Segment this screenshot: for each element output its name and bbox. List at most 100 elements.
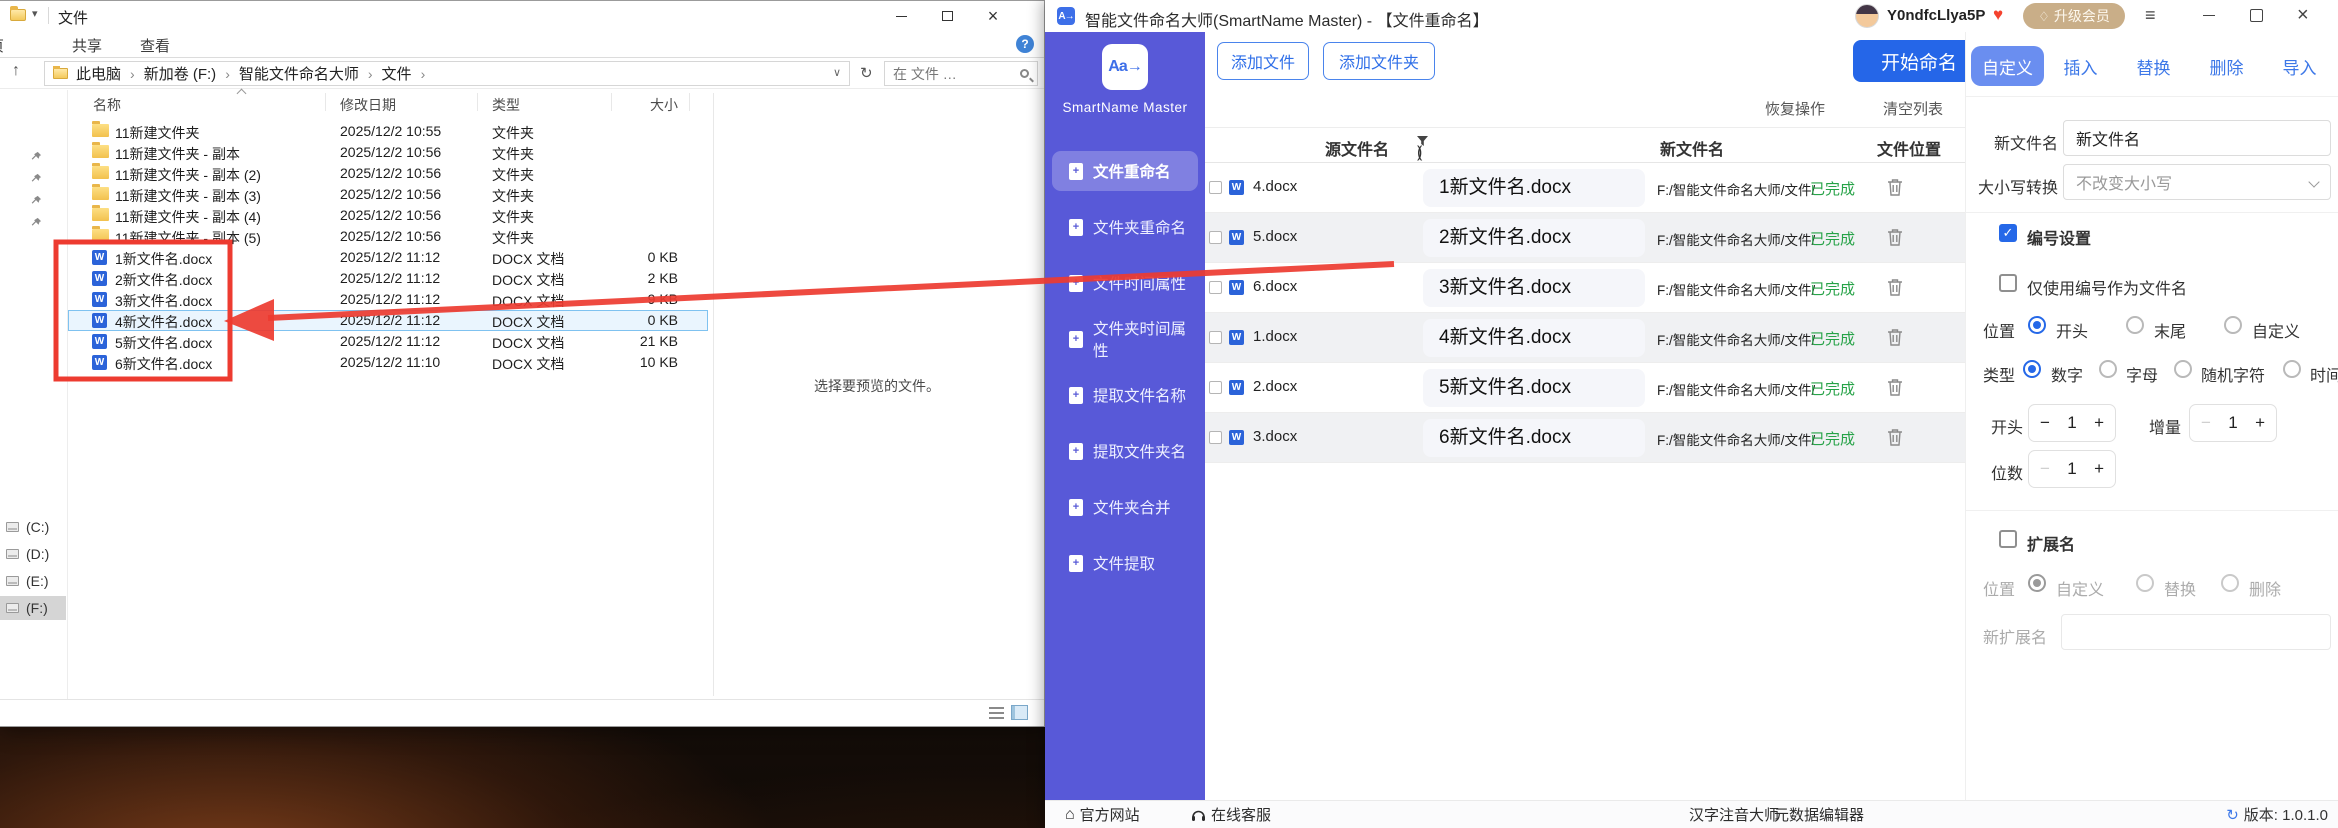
trash-icon[interactable] (1887, 428, 1903, 447)
nav-drive-f[interactable]: (F:) (0, 596, 66, 620)
numbering-checkbox[interactable] (1999, 224, 2017, 242)
row-checkbox[interactable] (1209, 281, 1222, 294)
radio-ext-replace[interactable] (2136, 574, 2154, 592)
close-button[interactable] (970, 1, 1016, 31)
new-filename-input[interactable] (2063, 120, 2331, 156)
radio-position-end[interactable] (2126, 316, 2144, 334)
tab-delete[interactable]: 删除 (2190, 46, 2263, 86)
breadcrumb-this-pc[interactable]: 此电脑 (76, 63, 144, 84)
up-arrow-icon[interactable] (12, 62, 20, 80)
tab-import[interactable]: 导入 (2263, 46, 2336, 86)
folder-row[interactable]: 11新建文件夹 - 副本 (3) 2025/12/2 10:56 文件夹 (68, 184, 708, 205)
radio-position-custom[interactable] (2224, 316, 2242, 334)
folder-row[interactable]: 11新建文件夹 - 副本 (5) 2025/12/2 10:56 文件夹 (68, 226, 708, 247)
address-bar[interactable]: 此电脑 新加卷 (F:) 智能文件命名大师 文件 (44, 61, 850, 86)
extension-checkbox[interactable] (1999, 530, 2017, 548)
avatar[interactable] (1855, 4, 1879, 28)
rename-row[interactable]: 4.docx 1新文件名.docx F:/智能文件命名大师/文件/1新 已完成 (1205, 163, 1965, 213)
trash-icon[interactable] (1887, 178, 1903, 197)
maximize-button[interactable] (924, 1, 970, 31)
radio-ext-delete[interactable] (2221, 574, 2239, 592)
nav-drive-e[interactable]: (E:) (0, 569, 66, 593)
sidebar-item-folder-rename[interactable]: 文件夹重命名 (1052, 207, 1198, 247)
docx-file-row-selected[interactable]: 4新文件名.docx2025/12/2 11:12DOCX 文档0 KB (68, 310, 708, 331)
address-dropdown-icon[interactable] (833, 66, 841, 79)
new-name-input[interactable]: 3新文件名.docx (1423, 269, 1645, 307)
radio-type-letter[interactable] (2099, 360, 2117, 378)
tab-replace[interactable]: 替换 (2117, 46, 2190, 86)
radio-type-random[interactable] (2174, 360, 2192, 378)
breadcrumb-files-folder[interactable]: 文件 (382, 63, 435, 84)
docx-file-row[interactable]: 2新文件名.docx2025/12/2 11:12DOCX 文档2 KB (68, 268, 708, 289)
row-checkbox[interactable] (1209, 231, 1222, 244)
ribbon-tab-share[interactable]: 共享 (72, 35, 102, 56)
clear-list-link[interactable]: 清空列表 (1883, 98, 1943, 119)
docx-file-row[interactable]: 3新文件名.docx2025/12/2 11:12DOCX 文档9 KB (68, 289, 708, 310)
new-name-input[interactable]: 2新文件名.docx (1423, 219, 1645, 257)
rename-row[interactable]: 5.docx 2新文件名.docx F:/智能文件命名大师/文件/2新 已完成 (1205, 213, 1965, 263)
official-website-link[interactable]: 官方网站 (1065, 801, 1140, 828)
metadata-editor-link[interactable]: 元数据编辑器 (1774, 801, 1864, 828)
minimize-button[interactable] (878, 1, 924, 31)
docx-file-row[interactable]: 1新文件名.docx2025/12/2 11:12DOCX 文档0 KB (68, 247, 708, 268)
radio-position-start[interactable] (2028, 316, 2046, 334)
folder-row[interactable]: 11新建文件夹 - 副本 (2) 2025/12/2 10:56 文件夹 (68, 163, 708, 184)
username[interactable]: Y0ndfcLlya5P (1887, 7, 1985, 24)
minus-button[interactable] (2040, 413, 2050, 433)
only-number-checkbox[interactable] (1999, 274, 2017, 292)
online-support-link[interactable]: 在线客服 (1191, 801, 1271, 828)
pinyin-master-link[interactable]: 汉字注音大师 (1689, 801, 1779, 828)
rename-row[interactable]: 6.docx 3新文件名.docx F:/智能文件命名大师/文件/3新 已完成 (1205, 263, 1965, 313)
row-checkbox[interactable] (1209, 331, 1222, 344)
sidebar-item-extract-filename[interactable]: 提取文件名称 (1052, 375, 1198, 415)
increment-stepper[interactable]: 1 (2189, 404, 2277, 442)
app-minimize-button[interactable] (2203, 15, 2215, 16)
add-file-button[interactable]: 添加文件 (1217, 42, 1309, 80)
rename-row[interactable]: 2.docx 5新文件名.docx F:/智能文件命名大师/文件/5新 已完成 (1205, 363, 1965, 413)
trash-icon[interactable] (1887, 328, 1903, 347)
minus-button[interactable] (2040, 459, 2050, 479)
column-type[interactable]: 类型 (492, 95, 520, 115)
search-box[interactable]: 在 文件 … (884, 61, 1038, 86)
digits-stepper[interactable]: 1 (2028, 450, 2116, 488)
upgrade-member-button[interactable]: 升级会员 (2023, 3, 2125, 29)
add-folder-button[interactable]: 添加文件夹 (1323, 42, 1435, 80)
docx-file-row[interactable]: 6新文件名.docx2025/12/2 11:10DOCX 文档10 KB (68, 352, 708, 373)
update-icon[interactable] (2226, 806, 2239, 824)
header-source-name[interactable]: 源文件名 (1325, 136, 1389, 160)
breadcrumb-drive-f[interactable]: 新加卷 (F:) (144, 63, 239, 84)
sidebar-item-file-time[interactable]: 文件时间属性 (1052, 263, 1198, 303)
breadcrumb-smartname-folder[interactable]: 智能文件命名大师 (239, 63, 382, 84)
large-icons-view-icon[interactable] (1011, 705, 1028, 720)
folder-row[interactable]: 11新建文件夹 2025/12/2 10:55 文件夹 (68, 121, 708, 142)
radio-type-time[interactable] (2283, 360, 2301, 378)
tab-insert[interactable]: 插入 (2044, 46, 2117, 86)
help-icon[interactable] (1016, 35, 1034, 53)
new-name-input[interactable]: 1新文件名.docx (1423, 169, 1645, 207)
hamburger-menu-icon[interactable] (2145, 5, 2156, 26)
trash-icon[interactable] (1887, 378, 1903, 397)
rename-row[interactable]: 3.docx 6新文件名.docx F:/智能文件命名大师/文件/6新 已完成 (1205, 413, 1965, 463)
row-checkbox[interactable] (1209, 181, 1222, 194)
trash-icon[interactable] (1887, 228, 1903, 247)
app-close-button[interactable] (2297, 4, 2309, 27)
radio-ext-custom[interactable] (2028, 574, 2046, 592)
folder-row[interactable]: 11新建文件夹 - 副本 2025/12/2 10:56 文件夹 (68, 142, 708, 163)
new-name-input[interactable]: 6新文件名.docx (1423, 419, 1645, 457)
plus-button[interactable] (2094, 413, 2104, 433)
radio-type-number[interactable] (2023, 360, 2041, 378)
case-convert-select[interactable]: 不改变大小写 (2063, 164, 2331, 200)
restore-action-link[interactable]: 恢复操作 (1765, 98, 1825, 119)
new-name-input[interactable]: 4新文件名.docx (1423, 319, 1645, 357)
refresh-icon[interactable] (860, 64, 873, 82)
row-checkbox[interactable] (1209, 431, 1222, 444)
column-date[interactable]: 修改日期 (340, 95, 396, 115)
new-name-input[interactable]: 5新文件名.docx (1423, 369, 1645, 407)
app-maximize-button[interactable] (2250, 9, 2263, 22)
column-size[interactable]: 大小 (595, 95, 678, 115)
sidebar-item-extract-foldername[interactable]: 提取文件夹名 (1052, 431, 1198, 471)
tab-custom[interactable]: 自定义 (1971, 46, 2044, 86)
docx-file-row[interactable]: 5新文件名.docx2025/12/2 11:12DOCX 文档21 KB (68, 331, 708, 352)
sidebar-item-folder-merge[interactable]: 文件夹合并 (1052, 487, 1198, 527)
ribbon-tab-view[interactable]: 查看 (140, 35, 170, 56)
